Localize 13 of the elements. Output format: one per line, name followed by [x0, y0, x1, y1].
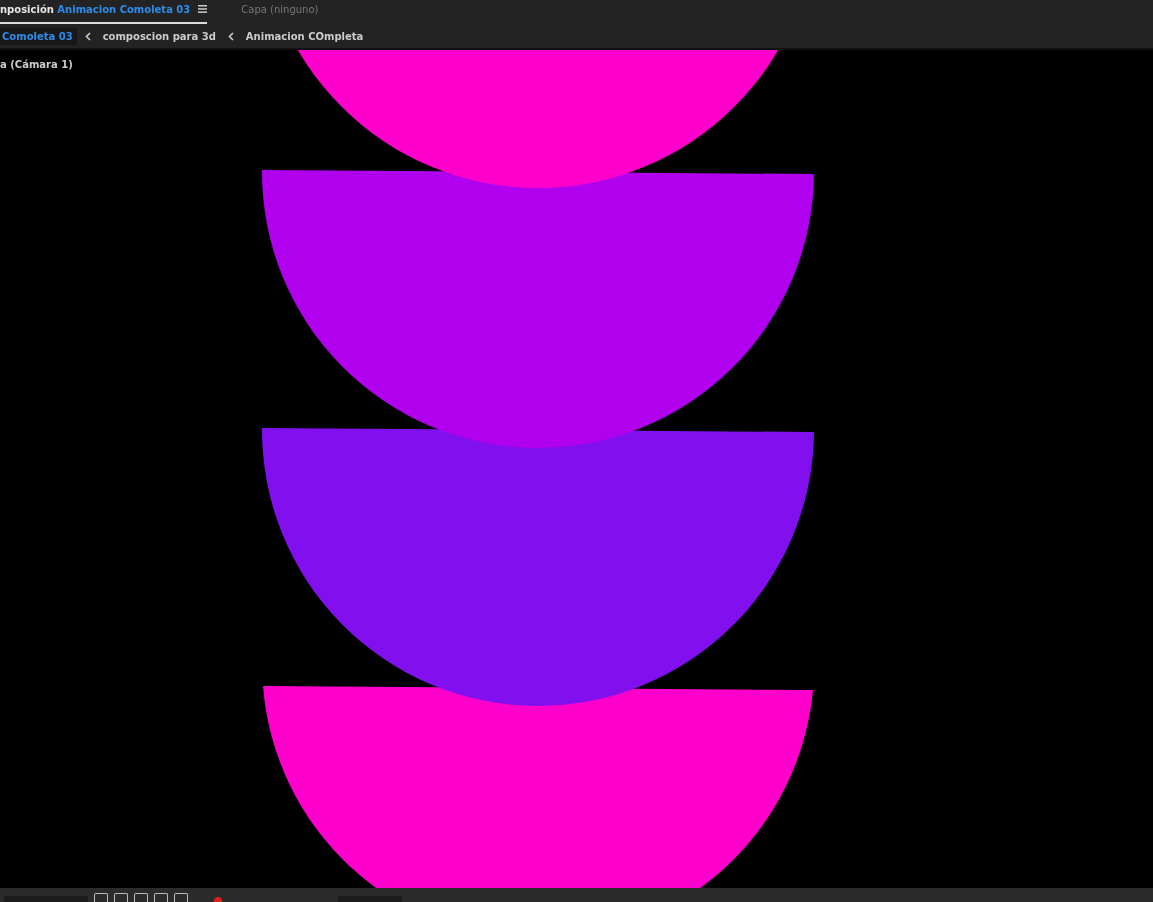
- grid-icon[interactable]: [154, 893, 168, 902]
- camera-label: a (Cámara 1): [0, 59, 73, 70]
- breadcrumb-item[interactable]: Animacion COmpleta: [241, 27, 368, 45]
- panel-tab[interactable]: Capa (ninguno): [241, 0, 319, 24]
- breadcrumb-item[interactable]: Comoleta 03: [0, 27, 77, 45]
- chevron-left-icon[interactable]: [84, 31, 91, 41]
- chevron-left-icon[interactable]: [227, 31, 234, 41]
- menu-icon[interactable]: [198, 5, 208, 13]
- grid-icon[interactable]: [134, 893, 148, 902]
- grid-icon[interactable]: [94, 893, 108, 902]
- grid-icon[interactable]: [174, 893, 188, 902]
- breadcrumb-item[interactable]: composcion para 3d: [98, 27, 220, 45]
- grid-icon[interactable]: [114, 893, 128, 902]
